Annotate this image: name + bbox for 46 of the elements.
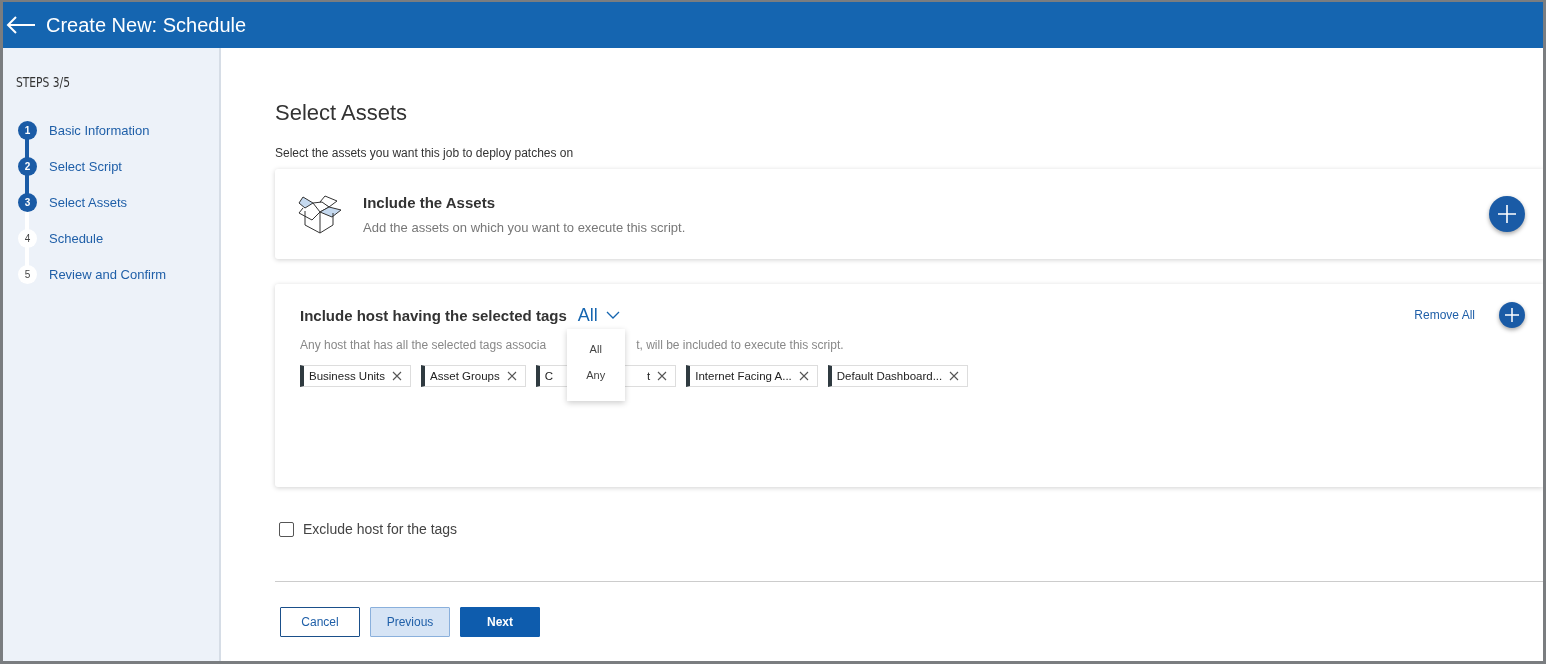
- dropdown-option[interactable]: Any: [566, 362, 625, 389]
- open-box-icon: [297, 193, 343, 235]
- footer-button[interactable]: Previous: [370, 607, 450, 637]
- close-icon[interactable]: [949, 371, 960, 381]
- remove-all-link[interactable]: Remove All: [1414, 308, 1475, 322]
- step-number: 4: [18, 228, 37, 248]
- card-title: Include the Assets: [363, 193, 496, 211]
- step-number: 3: [18, 192, 37, 212]
- footer-button[interactable]: Next: [460, 607, 540, 637]
- step-number: 5: [18, 264, 37, 284]
- card-description: t, will be included to execute this script.: [636, 338, 844, 352]
- add-button[interactable]: [1499, 302, 1525, 328]
- step-link[interactable]: Review and Confirm: [49, 266, 167, 282]
- step-link[interactable]: Select Script: [49, 158, 122, 174]
- tag-label: C: [544, 370, 554, 382]
- card-title: Include host having the selected tags: [300, 306, 567, 324]
- footer-button[interactable]: Cancel: [280, 607, 360, 637]
- tag-label: Business Units: [309, 370, 386, 382]
- dropdown-option[interactable]: All: [566, 336, 625, 363]
- chevron-down-icon: [605, 311, 620, 319]
- card-description: Add the assets on which you want to execute this script.: [363, 219, 687, 235]
- tag-label: Internet Facing A...: [695, 370, 792, 382]
- close-icon[interactable]: [657, 371, 668, 381]
- add-button[interactable]: [1489, 196, 1525, 232]
- close-icon[interactable]: [506, 371, 517, 381]
- back-arrow-icon[interactable]: [6, 15, 36, 35]
- tag-label: t: [647, 370, 651, 382]
- close-icon[interactable]: [798, 371, 809, 381]
- card-description: Any host that has all the selected tags associa: [300, 338, 547, 352]
- tag-label: Default Dashboard...: [836, 370, 943, 382]
- checkbox-label: Exclude host for the tags: [303, 521, 458, 537]
- plus-icon: [1505, 308, 1519, 322]
- section-title: Select Assets: [275, 100, 409, 126]
- page-title: Create New: Schedule: [46, 13, 247, 37]
- step-link[interactable]: Schedule: [49, 230, 104, 246]
- tag-label: Asset Groups: [430, 370, 500, 382]
- step-link[interactable]: Basic Information: [49, 122, 150, 138]
- exclude-checkbox[interactable]: [279, 521, 294, 537]
- step-link[interactable]: Select Assets: [49, 194, 128, 210]
- steps-counter: STEPS 3/5: [16, 74, 71, 90]
- match-dropdown[interactable]: All: [577, 304, 620, 326]
- close-icon[interactable]: [392, 371, 403, 381]
- plus-icon: [1497, 204, 1517, 224]
- section-subtitle: Select the assets you want this job to deploy patches on: [275, 146, 575, 160]
- step-number: 2: [18, 156, 37, 176]
- step-number: 1: [18, 120, 37, 140]
